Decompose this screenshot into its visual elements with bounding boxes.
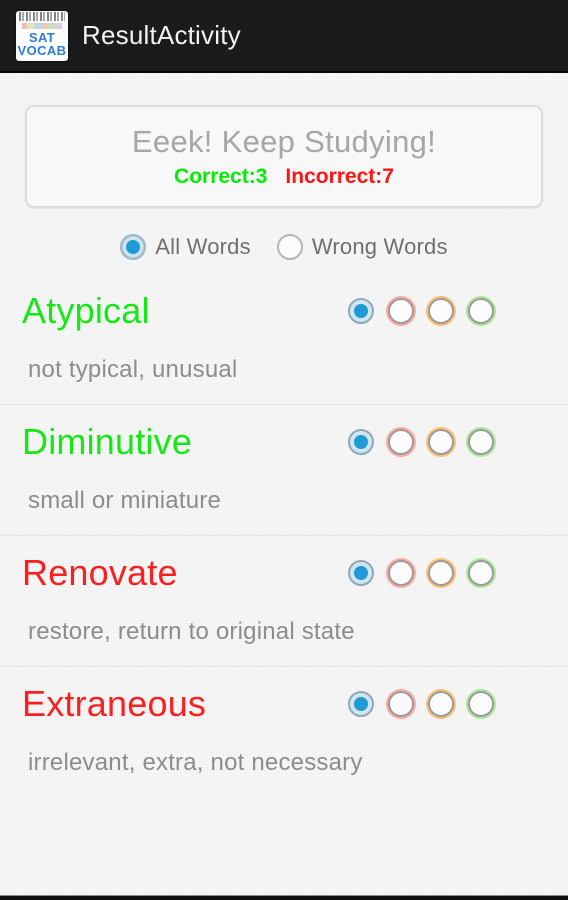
icon-text-sat: SAT xyxy=(28,29,56,45)
answer-choice-b-icon[interactable] xyxy=(388,691,414,717)
incorrect-score: Incorrect:7 xyxy=(285,165,394,189)
sat-vocab-notepad-icon: SAT VOCAB xyxy=(16,10,68,61)
word-header-row: Diminutive xyxy=(22,411,546,473)
correct-score: Correct:3 xyxy=(174,165,268,189)
word-term: Renovate xyxy=(22,552,178,593)
filter-label-all-words: All Words xyxy=(155,234,251,259)
answer-choice-c-icon[interactable] xyxy=(428,691,454,717)
word-list-item[interactable]: Diminutive small or miniature xyxy=(0,404,568,535)
word-term: Atypical xyxy=(22,290,150,331)
radio-icon-all-words[interactable] xyxy=(120,234,147,260)
icon-text-vocab: VOCAB xyxy=(17,42,67,58)
result-summary-panel: Eeek! Keep Studying! Correct:3 Incorrect… xyxy=(25,105,543,208)
answer-choice-group xyxy=(348,429,546,455)
notepad-colored-line xyxy=(22,22,62,29)
filter-label-wrong-words: Wrong Words xyxy=(311,234,448,259)
answer-choice-b-icon[interactable] xyxy=(388,560,414,586)
score-row: Correct:3 Incorrect:7 xyxy=(174,165,394,189)
word-list-item[interactable]: Renovate restore, return to original sta… xyxy=(0,535,568,666)
word-definition: small or miniature xyxy=(28,487,221,514)
answer-choice-group xyxy=(348,560,546,586)
word-result-list: Atypical not typical, unusual Diminutive… xyxy=(0,274,568,797)
word-term: Diminutive xyxy=(22,421,193,462)
answer-choice-a-icon[interactable] xyxy=(348,560,374,586)
answer-choice-a-icon[interactable] xyxy=(348,691,374,717)
answer-choice-d-icon[interactable] xyxy=(468,560,494,586)
page-title: ResultActivity xyxy=(82,20,241,50)
word-list-item[interactable]: Extraneous irrelevant, extra, not necess… xyxy=(0,666,568,797)
word-header-row: Atypical xyxy=(22,280,546,342)
answer-choice-a-icon[interactable] xyxy=(348,429,374,455)
word-header-row: Renovate xyxy=(22,542,546,604)
answer-choice-b-icon[interactable] xyxy=(388,298,414,324)
answer-choice-d-icon[interactable] xyxy=(468,691,494,717)
radio-icon-wrong-words[interactable] xyxy=(276,234,303,260)
notepad-spiral xyxy=(19,11,65,21)
answer-choice-group xyxy=(348,298,546,324)
answer-choice-group xyxy=(348,691,546,717)
word-definition: restore, return to original state xyxy=(28,618,355,645)
filter-option-all-words[interactable]: All Words xyxy=(120,234,251,260)
word-definition: not typical, unusual xyxy=(28,356,238,383)
answer-choice-c-icon[interactable] xyxy=(428,560,454,586)
answer-choice-d-icon[interactable] xyxy=(468,429,494,455)
word-definition: irrelevant, extra, not necessary xyxy=(28,749,363,776)
answer-choice-d-icon[interactable] xyxy=(468,298,494,324)
action-bar: SAT VOCAB ResultActivity xyxy=(0,0,568,73)
word-header-row: Extraneous xyxy=(22,673,546,735)
word-term: Extraneous xyxy=(22,683,207,724)
app-screen: SAT VOCAB ResultActivity Eeek! Keep Stud… xyxy=(0,0,568,900)
answer-choice-c-icon[interactable] xyxy=(428,298,454,324)
word-list-item[interactable]: Atypical not typical, unusual xyxy=(0,274,568,404)
answer-choice-a-icon[interactable] xyxy=(348,298,374,324)
filter-option-wrong-words[interactable]: Wrong Words xyxy=(276,234,448,260)
content-area: Eeek! Keep Studying! Correct:3 Incorrect… xyxy=(0,73,568,900)
word-filter-radio-group: All Words Wrong Words xyxy=(0,234,568,260)
answer-choice-b-icon[interactable] xyxy=(388,429,414,455)
system-nav-strip xyxy=(0,895,568,900)
result-headline: Eeek! Keep Studying! xyxy=(131,123,437,159)
answer-choice-c-icon[interactable] xyxy=(428,429,454,455)
